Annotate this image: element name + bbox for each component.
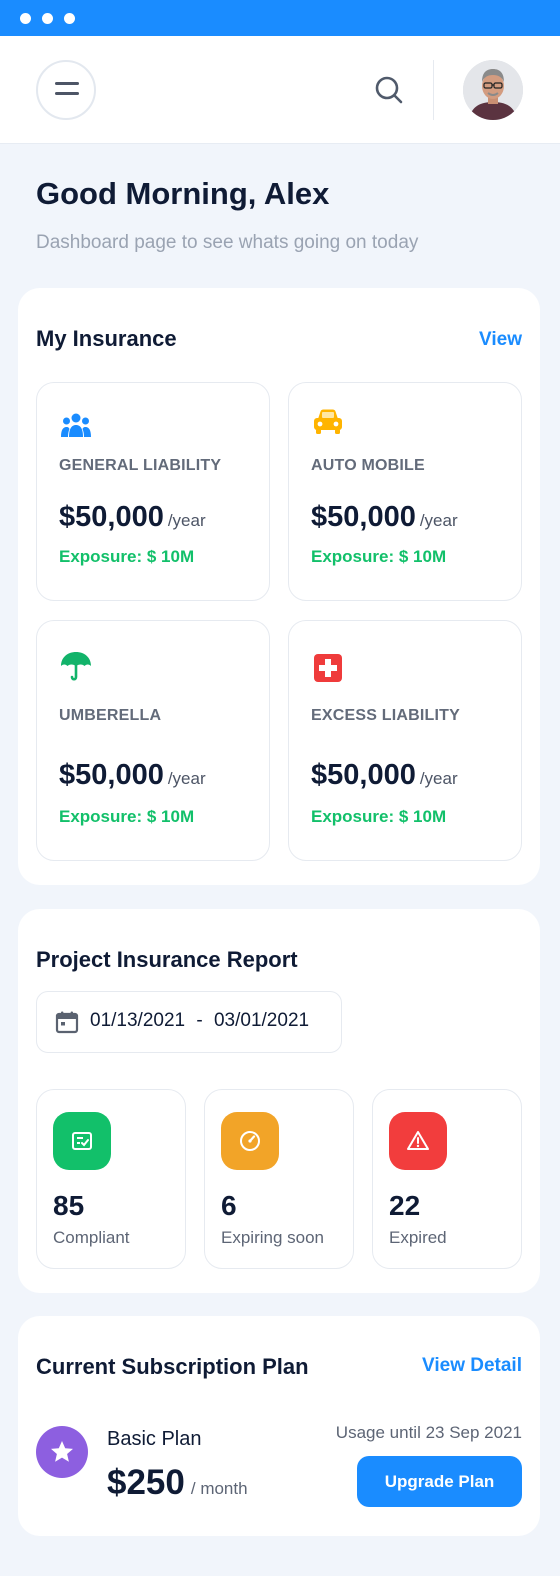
upgrade-plan-button[interactable]: Upgrade Plan (357, 1456, 522, 1507)
header-divider (433, 60, 434, 120)
project-report-title: Project Insurance Report (36, 947, 298, 972)
stat-icon-box (53, 1112, 111, 1170)
insurance-card-excess-liability[interactable]: EXCESS LIABILITY $50,000/year Exposure: … (288, 620, 522, 861)
search-icon (375, 76, 403, 104)
plan-badge (36, 1426, 88, 1478)
subscription-title: Current Subscription Plan (36, 1354, 309, 1379)
umbrella-icon (61, 652, 91, 681)
insurance-name: EXCESS LIABILITY (311, 707, 460, 724)
insurance-name: GENERAL LIABILITY (59, 457, 222, 474)
menu-button[interactable] (36, 60, 96, 120)
date-range-picker[interactable]: 01/13/2021 - 03/01/2021 (36, 991, 342, 1053)
insurance-exposure: Exposure: $ 10M (59, 547, 195, 566)
usage-text: Usage until 23 Sep 2021 (335, 1423, 522, 1442)
stat-icon-box (221, 1112, 279, 1170)
hamburger-icon (55, 82, 79, 85)
warning-icon (407, 1131, 429, 1150)
insurance-period: /year (419, 511, 458, 530)
window-dot (42, 13, 53, 24)
stat-card-expired[interactable]: 22 Expired (372, 1089, 522, 1269)
plan-price: $250 (107, 1463, 185, 1502)
insurance-card-umberella[interactable]: UMBERELLA $50,000/year Exposure: $ 10M (36, 620, 270, 861)
my-insurance-title: My Insurance (36, 326, 177, 351)
page-title: Good Morning, Alex (36, 176, 330, 211)
stat-card-expiring-soon[interactable]: 6 Expiring soon (204, 1089, 354, 1269)
stat-label: Expired (389, 1228, 447, 1247)
checklist-icon (72, 1132, 92, 1150)
date-to: 03/01/2021 (213, 1010, 310, 1031)
date-range-text: 01/13/2021 - 03/01/2021 (90, 1010, 309, 1032)
insurance-period: /year (167, 769, 206, 788)
top-header (0, 36, 560, 144)
insurance-price-row: $50,000/year (311, 759, 458, 792)
window-dot (64, 13, 75, 24)
stat-card-compliant[interactable]: 85 Compliant (36, 1089, 186, 1269)
insurance-price-row: $50,000/year (311, 501, 458, 534)
insurance-name: AUTO MOBILE (311, 457, 425, 474)
stat-icon-box (389, 1112, 447, 1170)
stat-value: 22 (389, 1190, 421, 1221)
insurance-exposure: Exposure: $ 10M (311, 547, 447, 566)
stat-value: 6 (221, 1190, 237, 1221)
insurance-period: /year (167, 511, 206, 530)
insurance-price: $50,000 (311, 759, 416, 791)
medical-cross-icon (314, 654, 342, 682)
date-from: 01/13/2021 (90, 1010, 186, 1031)
avatar-image (463, 60, 523, 120)
project-report-panel: Project Insurance Report 01/13/2021 - 03… (18, 909, 540, 1293)
user-avatar[interactable] (463, 60, 523, 120)
stat-label: Expiring soon (221, 1228, 325, 1247)
stat-label: Compliant (53, 1228, 130, 1247)
date-separator: - (196, 1010, 203, 1031)
people-icon (61, 413, 91, 437)
insurance-price: $50,000 (311, 501, 416, 533)
plan-period: / month (190, 1479, 248, 1498)
plan-name: Basic Plan (107, 1428, 202, 1450)
insurance-price-row: $50,000/year (59, 759, 206, 792)
insurance-price-row: $50,000/year (59, 501, 206, 534)
insurance-price: $50,000 (59, 759, 164, 791)
plan-price-row: $250 / month (107, 1463, 248, 1503)
subscription-panel: Current Subscription Plan View Detail Ba… (18, 1316, 540, 1536)
view-insurance-link[interactable]: View (479, 329, 522, 351)
star-icon (51, 1441, 73, 1462)
insurance-exposure: Exposure: $ 10M (59, 807, 195, 826)
hamburger-icon (55, 92, 79, 95)
view-detail-link[interactable]: View Detail (422, 1355, 522, 1377)
insurance-exposure: Exposure: $ 10M (311, 807, 447, 826)
stat-value: 85 (53, 1190, 85, 1221)
my-insurance-panel: My Insurance View GENERAL LIABILITY $50,… (18, 288, 540, 885)
insurance-price: $50,000 (59, 501, 164, 533)
window-bar (0, 0, 560, 36)
insurance-card-general-liability[interactable]: GENERAL LIABILITY $50,000/year Exposure:… (36, 382, 270, 601)
window-dot (20, 13, 31, 24)
gauge-icon (240, 1131, 260, 1151)
insurance-card-auto-mobile[interactable]: AUTO MOBILE $50,000/year Exposure: $ 10M (288, 382, 522, 601)
calendar-icon (55, 1011, 79, 1034)
search-button[interactable] (373, 74, 405, 106)
insurance-name: UMBERELLA (59, 707, 162, 724)
car-icon (314, 409, 342, 434)
page-subtitle: Dashboard page to see whats going on tod… (36, 232, 419, 253)
insurance-period: /year (419, 769, 458, 788)
